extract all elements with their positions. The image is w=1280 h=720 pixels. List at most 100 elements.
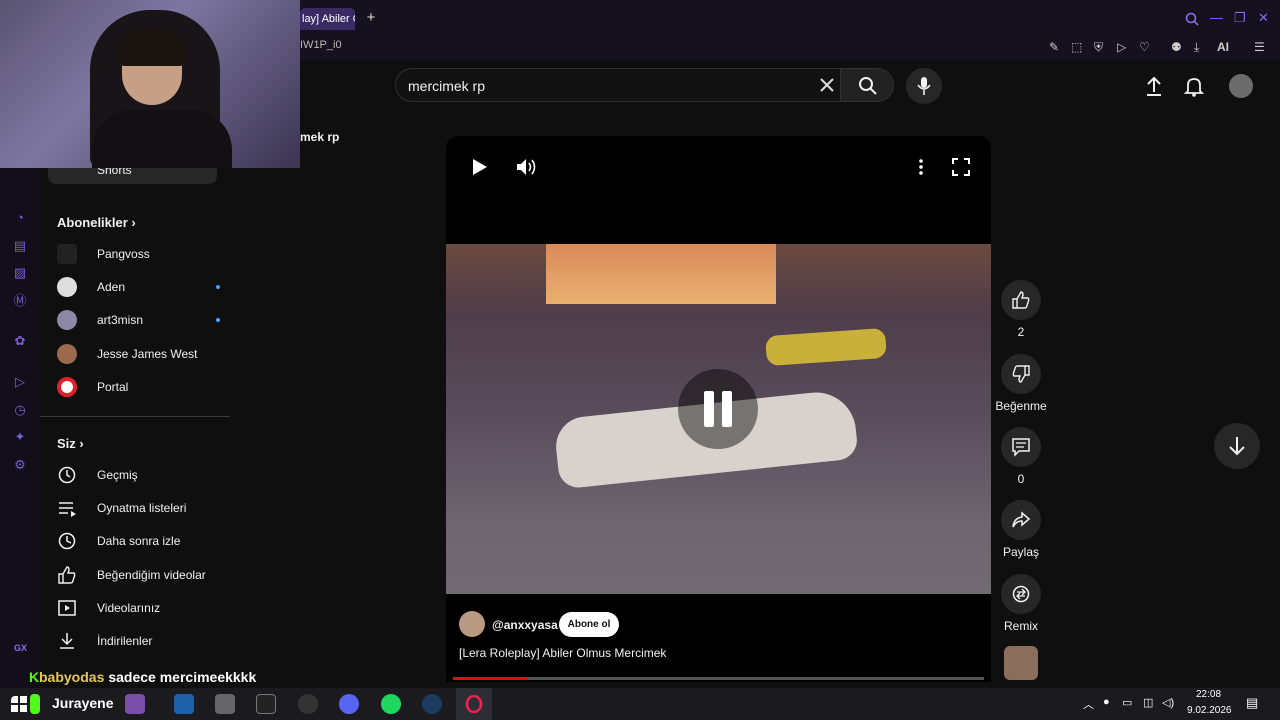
twitch-icon[interactable]: ▨ bbox=[12, 265, 28, 281]
channel-name: art3misn bbox=[97, 313, 144, 327]
settings-icon[interactable]: ⚙ bbox=[12, 457, 28, 473]
subscription-item[interactable]: Pangvoss bbox=[57, 242, 227, 270]
you-heading[interactable]: Siz › bbox=[57, 436, 84, 451]
address-bar[interactable]: IW1P_i0 bbox=[300, 36, 1280, 60]
volume-tray-icon[interactable]: ◁) bbox=[1162, 696, 1174, 709]
browser-tab[interactable]: lay] Abiler O bbox=[300, 8, 355, 30]
dislike-action[interactable]: Beğenme bbox=[995, 354, 1047, 413]
battery-icon[interactable]: ▭ bbox=[1122, 696, 1132, 709]
search-button[interactable] bbox=[840, 68, 894, 102]
account-avatar[interactable] bbox=[1229, 74, 1253, 98]
notifications-icon[interactable] bbox=[1183, 75, 1205, 97]
volume-icon[interactable] bbox=[516, 158, 538, 176]
sidebar-item-liked-videos[interactable]: Beğendiğim videolar bbox=[57, 563, 227, 591]
voice-search-button[interactable] bbox=[906, 68, 942, 104]
play-icon[interactable] bbox=[471, 158, 489, 176]
search-input[interactable]: mercimek rp bbox=[408, 78, 485, 94]
playlist-icon bbox=[59, 502, 76, 517]
steam-icon[interactable] bbox=[422, 694, 442, 714]
video-icon bbox=[58, 600, 76, 616]
windows-taskbar: Jurayene ︿ ● ▭ ◫ ◁) 22:08 9.02.2026 ▤ bbox=[0, 688, 1280, 720]
tray-chevron-icon[interactable]: ︿ bbox=[1083, 696, 1094, 712]
search-tabs-icon[interactable] bbox=[1185, 12, 1199, 26]
address-url[interactable]: IW1P_i0 bbox=[300, 39, 342, 51]
mic-tray-icon[interactable]: ● bbox=[1103, 696, 1110, 708]
play-ext-icon[interactable]: ▷ bbox=[1117, 40, 1126, 54]
channel-avatar[interactable] bbox=[459, 611, 485, 637]
upload-icon[interactable] bbox=[1143, 75, 1165, 97]
comments-action[interactable]: 0 bbox=[1000, 427, 1042, 486]
new-tab-button[interactable]: + bbox=[360, 8, 382, 30]
heart-icon[interactable]: ♡ bbox=[1139, 40, 1150, 54]
sidebar-item-downloads[interactable]: İndirilenler bbox=[57, 629, 227, 657]
messenger-icon[interactable]: Ⓜ bbox=[12, 293, 28, 309]
progress-bar[interactable] bbox=[453, 677, 984, 680]
like-button[interactable] bbox=[1001, 280, 1041, 320]
subscription-item[interactable]: art3misn bbox=[57, 308, 227, 336]
fullscreen-icon[interactable] bbox=[952, 158, 970, 176]
subscriptions-heading[interactable]: Abonelikler › bbox=[57, 215, 136, 230]
channel-handle[interactable]: @anxxyasa bbox=[492, 618, 558, 632]
chat-message: K babyodas sadece mercimeekkkk bbox=[13, 669, 256, 685]
clock-time[interactable]: 22:08 bbox=[1196, 689, 1221, 700]
chat-username: babyodas bbox=[39, 669, 105, 685]
subscription-item[interactable]: Portal bbox=[57, 375, 227, 403]
notification-center-icon[interactable]: ▤ bbox=[1246, 695, 1258, 711]
restore-icon[interactable]: ❐ bbox=[1234, 10, 1246, 26]
ai-button[interactable]: AI bbox=[1217, 40, 1229, 54]
opera-gx-taskbar-button[interactable] bbox=[456, 688, 492, 720]
spotify-icon[interactable] bbox=[381, 694, 401, 714]
video-frame[interactable] bbox=[446, 244, 991, 594]
player-icon[interactable]: ▷ bbox=[12, 374, 28, 390]
clock-date[interactable]: 9.02.2026 bbox=[1187, 705, 1232, 716]
sidebar-item-playlists[interactable]: Oynatma listeleri bbox=[57, 496, 227, 524]
app-icon[interactable] bbox=[174, 694, 194, 714]
sidebar-item-your-videos[interactable]: Videolarınız bbox=[57, 596, 227, 624]
close-window-icon[interactable]: ✕ bbox=[1258, 10, 1269, 26]
share-button[interactable] bbox=[1001, 500, 1041, 540]
bag-icon[interactable]: ▤ bbox=[12, 238, 28, 254]
dislike-button[interactable] bbox=[1001, 354, 1041, 394]
kick-app-icon[interactable] bbox=[30, 694, 40, 714]
sidebar-item-watch-later[interactable]: Daha sonra izle bbox=[57, 529, 227, 557]
clear-search-icon[interactable] bbox=[820, 78, 834, 92]
subscription-item[interactable]: Aden bbox=[57, 275, 227, 303]
windows-start-icon[interactable] bbox=[11, 696, 31, 716]
extensions-icon[interactable]: ✦ bbox=[12, 429, 28, 445]
network-icon[interactable]: ◫ bbox=[1143, 696, 1153, 709]
search-box[interactable]: mercimek rp bbox=[395, 68, 840, 102]
comments-button[interactable] bbox=[1001, 427, 1041, 467]
app-icon[interactable] bbox=[125, 694, 145, 714]
share-action[interactable]: Paylaş bbox=[1000, 500, 1042, 559]
subscribe-button[interactable]: Abone ol bbox=[559, 612, 619, 637]
remix-action[interactable]: Remix bbox=[1000, 574, 1042, 633]
menu-icon[interactable]: ☰ bbox=[1254, 40, 1265, 54]
channel-avatar bbox=[57, 344, 77, 364]
remix-button[interactable] bbox=[1001, 574, 1041, 614]
snapshot-icon[interactable]: ⬚ bbox=[1071, 40, 1082, 54]
logitech-icon[interactable] bbox=[256, 694, 276, 714]
download-icon bbox=[60, 633, 74, 649]
pin-icon[interactable]: ✎ bbox=[1049, 40, 1059, 54]
subscription-item[interactable]: Jesse James West bbox=[57, 342, 227, 370]
chatgpt-icon[interactable]: ✿ bbox=[12, 333, 28, 349]
audio-thumbnail[interactable] bbox=[1004, 646, 1038, 680]
new-content-dot bbox=[216, 318, 220, 322]
shield-icon[interactable]: ⛨ bbox=[1094, 40, 1103, 55]
minimize-icon[interactable]: — bbox=[1210, 10, 1223, 25]
sidebar-item-label: Geçmiş bbox=[97, 468, 138, 482]
app-icon[interactable] bbox=[215, 694, 235, 714]
discord-icon[interactable] bbox=[339, 694, 359, 714]
like-action[interactable]: 2 bbox=[1000, 280, 1042, 339]
app-icon[interactable] bbox=[298, 694, 318, 714]
sidebar-item-history[interactable]: Geçmiş bbox=[57, 463, 227, 491]
more-options-icon[interactable] bbox=[918, 158, 924, 176]
profile-icon[interactable]: ⚉ bbox=[1171, 40, 1182, 54]
pause-button[interactable] bbox=[678, 369, 758, 449]
download-toolbar-icon[interactable]: ⤓ bbox=[1194, 40, 1199, 55]
history-rail-icon[interactable]: ◷ bbox=[12, 402, 28, 418]
shorts-player[interactable]: @anxxyasa Abone ol [Lera Roleplay] Abile… bbox=[446, 136, 991, 682]
thumbs-up-icon bbox=[58, 566, 76, 584]
speed-dial-icon[interactable]: ◔ bbox=[12, 210, 28, 226]
next-short-button[interactable] bbox=[1214, 423, 1260, 469]
